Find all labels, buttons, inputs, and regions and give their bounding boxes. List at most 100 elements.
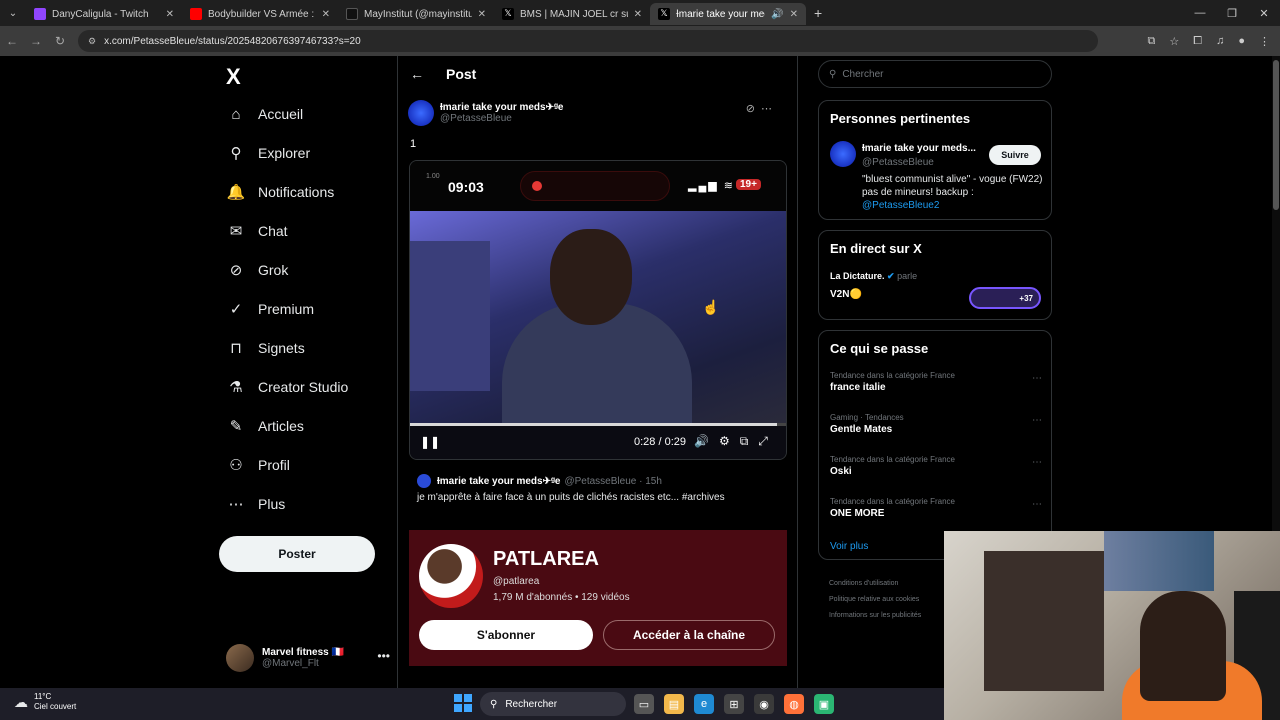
grok-and-more-icons[interactable]: ⊘⋯	[746, 102, 778, 115]
close-tab-icon[interactable]: ✕	[322, 9, 330, 20]
extensions-icon[interactable]: ⧠	[1193, 35, 1202, 48]
search-input[interactable]: ⚲ Chercher	[818, 60, 1052, 88]
space-title[interactable]: V2N🟡	[830, 289, 862, 300]
nav-item-explore[interactable]: ⚲ Explorer	[226, 141, 311, 165]
nav-item-premium[interactable]: ✓ Premium	[226, 297, 314, 321]
card-title: Personnes pertinentes	[830, 111, 971, 126]
nav-item-home[interactable]: ⌂ Accueil	[226, 102, 303, 126]
nav-item-notifications[interactable]: 🔔 Notifications	[226, 180, 335, 204]
person-handle[interactable]: @PetasseBleue	[862, 157, 934, 168]
install-icon[interactable]: ⧉	[1148, 35, 1156, 48]
media-icon[interactable]: ♫	[1216, 35, 1224, 47]
follow-button[interactable]: Suivre	[989, 145, 1041, 165]
window-controls: — ❐ ✕	[1184, 0, 1280, 26]
app-icon[interactable]: ▣	[814, 694, 834, 714]
bookmark-star-icon[interactable]: ☆	[1169, 35, 1179, 48]
nav-item-bookmarks[interactable]: ⊓ Signets	[226, 336, 305, 360]
video-player[interactable]: 1.00 09:03 ▂▄▆ ≋ 19+ ☝ ❚❚ 0:28 / 0:29 🔊⚙…	[409, 160, 787, 460]
bio-link[interactable]: @PetasseBleue2	[862, 200, 939, 211]
trend-item[interactable]: Tendance dans la catégorie France ONE MO…	[830, 497, 1042, 519]
trend-item[interactable]: Gaming · Tendances Gentle Mates ⋯	[830, 413, 1042, 435]
x-logo-icon[interactable]: X	[226, 64, 241, 90]
minimize-icon[interactable]: —	[1184, 0, 1216, 26]
channel-name: PATLAREA	[493, 548, 599, 570]
close-tab-icon[interactable]: ✕	[634, 9, 642, 20]
footer-link[interactable]: Informations sur les publicités	[829, 608, 921, 624]
back-icon[interactable]: ←	[0, 34, 24, 48]
more-icon[interactable]: ⋯	[1032, 415, 1042, 426]
back-arrow-icon[interactable]: ←	[410, 66, 424, 82]
more-icon[interactable]: ⋯	[1032, 373, 1042, 384]
more-icon[interactable]: ⋯	[1032, 499, 1042, 510]
windows-taskbar: ☁ 11°C Ciel couvert ⚲ Rechercher ▭ ▤ e ⊞…	[0, 688, 944, 720]
tab-search-icon[interactable]: ⌄	[0, 0, 26, 26]
nav-item-chat[interactable]: ✉ Chat	[226, 219, 288, 243]
chrome-icon[interactable]: ◉	[754, 694, 774, 714]
show-more-link[interactable]: Voir plus	[830, 541, 868, 552]
browser-tab[interactable]: 𝕏 BMS | MAJIN JOEL cr sur X : "@ ✕	[494, 3, 650, 25]
new-tab-button[interactable]: +	[814, 5, 822, 21]
more-circle-icon: ⋯	[228, 496, 244, 513]
scrollbar-thumb[interactable]	[1273, 60, 1279, 210]
pause-icon[interactable]: ❚❚	[420, 435, 440, 449]
more-icon[interactable]: ⋯	[1032, 457, 1042, 468]
file-explorer-icon[interactable]: ▤	[664, 694, 684, 714]
close-tab-icon[interactable]: ✕	[790, 9, 798, 20]
profile-icon[interactable]: ●	[1238, 35, 1245, 47]
browser-tab[interactable]: DanyCaligula - Twitch ✕	[26, 3, 182, 25]
nav-item-articles[interactable]: ✎ Articles	[226, 414, 304, 438]
phone-time: 09:03	[448, 179, 484, 195]
author-handle[interactable]: @PetasseBleue	[440, 113, 563, 124]
nav-item-creator-studio[interactable]: ⚗ Creator Studio	[226, 375, 348, 399]
browser-tab[interactable]: MayInstitut (@mayinstitut) | Tik ✕	[338, 3, 494, 25]
firefox-icon[interactable]: ◍	[784, 694, 804, 714]
nav-item-more[interactable]: ⋯ Plus	[226, 492, 286, 516]
menu-icon[interactable]: ⋮	[1259, 35, 1270, 48]
close-tab-icon[interactable]: ✕	[166, 9, 174, 20]
edge-icon[interactable]: e	[694, 694, 714, 714]
progress-fill	[410, 423, 777, 426]
avatar[interactable]	[830, 141, 856, 167]
close-window-icon[interactable]: ✕	[1248, 0, 1280, 26]
subscribe-button[interactable]: S'abonner	[419, 620, 593, 650]
page-title: Post	[446, 66, 477, 82]
taskbar-search[interactable]: ⚲ Rechercher	[480, 692, 626, 716]
quote-author-handle: @PetasseBleue · 15h	[564, 475, 662, 487]
task-view-icon[interactable]: ▭	[634, 694, 654, 714]
visit-channel-button[interactable]: Accéder à la chaîne	[603, 620, 775, 650]
account-switcher[interactable]: Marvel fitness 🇫🇷 @Marvel_Flt •••	[226, 643, 390, 673]
trend-item[interactable]: Tendance dans la catégorie France Oski ⋯	[830, 455, 1042, 477]
avatar[interactable]	[408, 100, 434, 126]
browser-tab[interactable]: Bodybuilder VS Armée : qui ser ✕	[182, 3, 338, 25]
person-name[interactable]: Ɨmarie take your meds...	[862, 143, 976, 154]
footer-link[interactable]: Politique relative aux cookies	[829, 592, 921, 608]
reload-icon[interactable]: ↻	[48, 34, 72, 48]
trend-item[interactable]: Tendance dans la catégorie France france…	[830, 371, 1042, 393]
listeners-badge[interactable]: +37	[969, 287, 1041, 309]
forward-icon[interactable]: →	[24, 34, 48, 48]
windows-start-icon[interactable]	[454, 694, 474, 714]
url-field[interactable]: ⚙ x.com/PetasseBleue/status/202548206763…	[78, 30, 1098, 52]
browser-tab-active[interactable]: 𝕏 Ɨmarie take your meds✈ᵍe 🔊 ✕	[650, 3, 806, 25]
x-icon: 𝕏	[658, 8, 670, 20]
store-icon[interactable]: ⊞	[724, 694, 744, 714]
more-icon[interactable]: •••	[377, 649, 390, 663]
youtube-channel-card: PATLAREA @patlarea 1,79 M d'abonnés • 12…	[409, 530, 787, 666]
video-progress-bar[interactable]	[410, 423, 786, 426]
quoted-tweet[interactable]: Ɨmarie take your meds✈ᵍe @PetasseBleue ·…	[409, 466, 787, 688]
space-host[interactable]: La Dictature. ✔ parle	[830, 271, 917, 282]
speaker-icon[interactable]: 🔊	[771, 9, 783, 20]
video-control-icons[interactable]: 🔊⚙⧉⤢	[694, 434, 778, 449]
maximize-icon[interactable]: ❐	[1216, 0, 1248, 26]
nav-item-profile[interactable]: ⚇ Profil	[226, 453, 290, 477]
close-tab-icon[interactable]: ✕	[478, 9, 486, 20]
post-button[interactable]: Poster	[219, 536, 375, 572]
author-name[interactable]: Ɨmarie take your meds✈ᵍe	[440, 102, 563, 113]
phone-status-bar: 1.00 09:03 ▂▄▆ ≋ 19+	[410, 161, 786, 211]
nav-item-grok[interactable]: ⊘ Grok	[226, 258, 289, 282]
premium-check-icon: ✓	[229, 301, 243, 318]
footer-link[interactable]: Conditions d'utilisation	[829, 576, 921, 592]
browser-toolbar-icons: ⧉ ☆ ⧠ ♫ ● ⋮	[1148, 26, 1270, 56]
weather-widget[interactable]: ☁ 11°C Ciel couvert	[14, 692, 76, 712]
site-info-icon[interactable]: ⚙	[88, 36, 96, 47]
